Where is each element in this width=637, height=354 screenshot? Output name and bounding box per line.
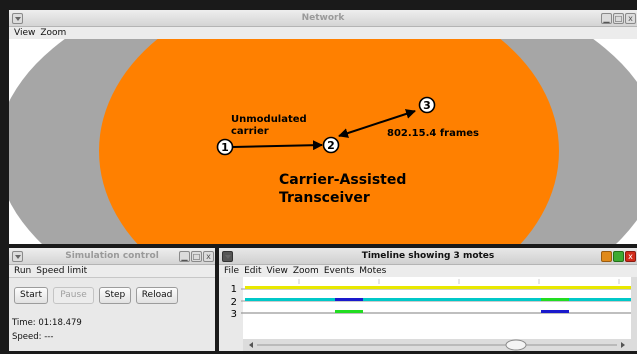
timeline-menubar: File Edit View Zoom Events Motes [219,265,637,277]
timeline-row-3-event-1 [335,310,363,313]
timeline-titlebar[interactable]: Timeline showing 3 motes x [219,248,637,265]
timeline-title: Timeline showing 3 motes [361,251,495,261]
network-visualizer[interactable]: 1 2 3 Unmodulated carrier 802.15.4 frame… [9,39,637,244]
mote-3[interactable]: 3 [418,96,436,114]
simulation-speed: Speed: --- [12,332,54,342]
frames-label: 802.15.4 frames [387,128,479,139]
start-button[interactable]: Start [14,287,48,304]
timeline-vertical-scrollbar[interactable] [631,277,637,351]
timeline-row-1-radio-on [245,286,631,289]
simulation-body: Start Pause Step Reload Time: 01:18.479 … [9,277,215,351]
transceiver-label-line1: Carrier-Assisted [279,172,406,188]
timeline-row-3-event-2 [541,310,569,313]
menu-zoom[interactable]: Zoom [40,27,66,39]
timeline-row-2-label: 2 [231,297,237,308]
unmodulated-label-line1: Unmodulated [231,114,307,125]
simulation-time: Time: 01:18.479 [12,318,82,328]
minimize-icon[interactable] [601,251,612,262]
timeline-row-2-radio-on [245,298,631,301]
network-window: Network ▁ □ x View Zoom 1 2 3 Unmodulate… [9,10,637,244]
network-canvas[interactable]: 1 2 3 Unmodulated carrier 802.15.4 frame… [9,39,637,244]
menu-zoom[interactable]: Zoom [293,265,319,277]
menu-edit[interactable]: Edit [244,265,261,277]
simulation-control-window: Simulation control ▁ □ x Run Speed limit … [9,248,215,351]
close-icon[interactable]: x [625,13,636,24]
menu-motes[interactable]: Motes [359,265,386,277]
mote-3-label: 3 [423,99,431,112]
timeline-scroll-thumb[interactable] [505,339,527,351]
close-icon[interactable]: x [203,251,214,262]
menu-speed-limit[interactable]: Speed limit [36,265,87,277]
transceiver-label-line2: Transceiver [279,190,370,206]
timeline-row-2-event-2 [541,298,569,301]
mote-2[interactable]: 2 [322,136,340,154]
network-title: Network [301,13,345,23]
step-button[interactable]: Step [99,287,131,304]
minimize-icon[interactable]: ▁ [601,13,612,24]
menu-view[interactable]: View [267,265,288,277]
mote-1[interactable]: 1 [216,138,234,156]
mote-2-label: 2 [327,139,335,152]
menu-events[interactable]: Events [324,265,354,277]
close-icon[interactable]: x [625,251,636,262]
timeline-body: 1 2 3 [219,277,637,351]
timeline-row-2-event-1 [335,298,363,301]
menu-view[interactable]: View [14,27,35,39]
timeline-window: Timeline showing 3 motes x File Edit View Z… [219,248,637,351]
timeline-row-1-label: 1 [231,284,237,295]
simulation-titlebar[interactable]: Simulation control ▁ □ x [9,248,215,265]
reload-button[interactable]: Reload [136,287,178,304]
timeline-chart[interactable]: 1 2 3 [219,277,637,351]
unmodulated-label-line2: carrier [231,126,269,137]
maximize-icon[interactable]: □ [613,13,624,24]
minimize-icon[interactable]: ▁ [179,251,190,262]
menu-run[interactable]: Run [14,265,31,277]
simulation-menubar: Run Speed limit [9,265,215,277]
maximize-icon[interactable]: □ [191,251,202,262]
maximize-icon[interactable] [613,251,624,262]
menu-file[interactable]: File [224,265,239,277]
timeline-row-3-label: 3 [231,309,237,320]
network-menubar: View Zoom [9,27,637,39]
mote-1-label: 1 [221,141,229,154]
network-titlebar[interactable]: Network ▁ □ x [9,10,637,27]
pause-button[interactable]: Pause [53,287,94,304]
